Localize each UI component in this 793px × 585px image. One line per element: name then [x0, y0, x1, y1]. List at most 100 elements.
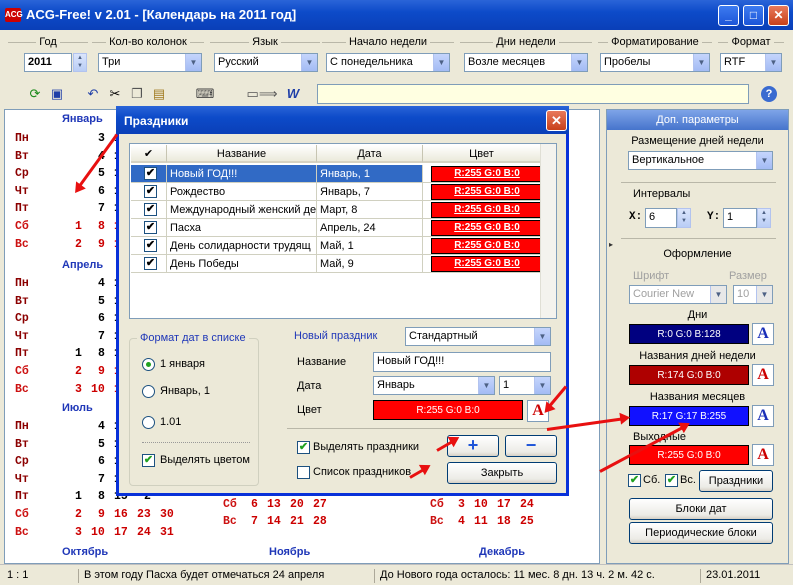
formatting-select[interactable]: Пробелы ▼ — [600, 53, 710, 72]
month-title: Октябрь — [62, 546, 109, 558]
copy-icon[interactable]: ❐ — [128, 85, 146, 103]
day-number: 24 — [137, 525, 151, 539]
chevron-down-icon: ▼ — [534, 328, 550, 345]
highlight-holidays-checkbox[interactable]: ✔ — [297, 441, 310, 454]
paste-icon[interactable]: ▤ — [150, 85, 168, 103]
row-check-cell[interactable]: ✔ — [131, 219, 167, 237]
day-number: 23 — [137, 508, 151, 521]
remove-holiday-button[interactable]: − — [505, 435, 557, 457]
size-select: 10 ▼ — [733, 285, 773, 304]
save-icon[interactable]: ▣ — [48, 85, 66, 103]
saturday-checkbox[interactable]: ✔ — [628, 474, 641, 487]
close-dialog-button[interactable]: Закрыть — [447, 462, 557, 484]
row-checkbox[interactable]: ✔ — [144, 257, 157, 270]
collapse-handle-icon[interactable]: ▸ — [609, 240, 615, 262]
row-color[interactable]: R:255 G:0 B:0 — [431, 220, 543, 236]
y-spinner[interactable]: ▲ ▼ — [757, 208, 771, 228]
format-radio-1[interactable] — [142, 358, 155, 371]
row-checkbox[interactable]: ✔ — [144, 167, 157, 180]
days-color-box[interactable]: R:0 G:0 B:128 — [629, 324, 749, 344]
row-name: Рождество — [167, 183, 317, 201]
highlight-color-checkbox[interactable]: ✔ — [142, 454, 155, 467]
weekdays-select[interactable]: Возле месяцев ▼ — [464, 53, 588, 72]
format-radio-3[interactable] — [142, 416, 155, 429]
table-row[interactable]: ✔ Новый ГОД!!! Январь, 1 R:255 G:0 B:0 — [131, 165, 543, 183]
minimize-button[interactable]: _ — [718, 5, 739, 26]
row-color[interactable]: R:255 G:0 B:0 — [431, 202, 543, 218]
table-scrollbar[interactable] — [540, 144, 556, 318]
holidays-button[interactable]: Праздники — [699, 470, 773, 492]
header-name[interactable]: Название — [167, 145, 317, 163]
year-input[interactable]: 2011 — [24, 53, 72, 72]
language-select[interactable]: Русский ▼ — [214, 53, 318, 72]
keyboard-icon[interactable]: ⌨ — [190, 85, 220, 103]
weekday-names-color-box[interactable]: R:174 G:0 B:0 — [629, 365, 749, 385]
refresh-icon[interactable]: ⟳ — [26, 85, 44, 103]
header-check[interactable]: ✔ — [131, 145, 167, 163]
weekday-names-font-button[interactable]: A — [752, 364, 774, 386]
row-color[interactable]: R:255 G:0 B:0 — [431, 238, 543, 254]
periodic-blocks-button[interactable]: Периодические блоки — [629, 522, 773, 544]
weekend-font-button[interactable]: A — [752, 444, 774, 466]
maximize-button[interactable]: □ — [743, 5, 764, 26]
day-number: 10 — [91, 525, 105, 539]
y-interval-input[interactable]: 1 — [723, 208, 757, 228]
holiday-day-select[interactable]: 1 ▼ — [499, 376, 551, 395]
format-radio-2[interactable] — [142, 385, 155, 398]
weekday-label: Чт — [15, 472, 29, 486]
table-row[interactable]: ✔ День Победы Май, 9 R:255 G:0 B:0 — [131, 255, 543, 273]
table-row[interactable]: ✔ День солидарности трудящ Май, 1 R:255 G:0… — [131, 237, 543, 255]
month-names-font-button[interactable]: A — [752, 405, 774, 427]
row-date: Апрель, 24 — [317, 219, 423, 237]
row-check-cell[interactable]: ✔ — [131, 237, 167, 255]
row-checkbox[interactable]: ✔ — [144, 239, 157, 252]
header-color[interactable]: Цвет — [423, 145, 541, 163]
status-input[interactable] — [317, 84, 749, 104]
close-button[interactable]: ✕ — [768, 5, 789, 26]
row-check-cell[interactable]: ✔ — [131, 165, 167, 183]
table-row[interactable]: ✔ Международный женский де Март, 8 R:255 G:… — [131, 201, 543, 219]
weekday-label: Ср — [15, 455, 29, 469]
table-row[interactable]: ✔ Рождество Январь, 7 R:255 G:0 B:0 — [131, 183, 543, 201]
row-color[interactable]: R:255 G:0 B:0 — [431, 256, 543, 272]
row-color[interactable]: R:255 G:0 B:0 — [431, 166, 543, 182]
date-blocks-button[interactable]: Блоки дат — [629, 498, 773, 520]
columns-select[interactable]: Три ▼ — [98, 53, 202, 72]
holiday-type-select[interactable]: Стандартный ▼ — [405, 327, 551, 346]
word-icon[interactable]: W — [284, 85, 302, 103]
days-font-button[interactable]: A — [752, 323, 774, 345]
day-number: 4 — [98, 420, 105, 433]
row-check-cell[interactable]: ✔ — [131, 201, 167, 219]
row-checkbox[interactable]: ✔ — [144, 221, 157, 234]
weekday-placement-select[interactable]: Вертикальное ▼ — [628, 151, 773, 170]
weekday-label: Пн — [15, 132, 29, 145]
header-date[interactable]: Дата — [317, 145, 423, 163]
export-icon[interactable]: ▭⟹ — [240, 85, 284, 103]
week-start-value: С понедельника — [330, 56, 413, 68]
row-checkbox[interactable]: ✔ — [144, 203, 157, 216]
app-icon: ACG — [5, 8, 23, 22]
row-check-cell[interactable]: ✔ — [131, 183, 167, 201]
table-row[interactable]: ✔ Пасха Апрель, 24 R:255 G:0 B:0 — [131, 219, 543, 237]
holiday-name-input[interactable]: Новый ГОД!!! — [373, 352, 551, 372]
dialog-close-button[interactable]: ✕ — [546, 110, 567, 131]
weekday-label: Вт — [15, 437, 29, 451]
week-start-select[interactable]: С понедельника ▼ — [326, 53, 450, 72]
undo-icon[interactable]: ↶ — [84, 85, 102, 103]
format-select[interactable]: RTF ▼ — [720, 53, 782, 72]
row-check-cell[interactable]: ✔ — [131, 255, 167, 273]
row-checkbox[interactable]: ✔ — [144, 185, 157, 198]
sunday-checkbox[interactable]: ✔ — [665, 474, 678, 487]
year-spinner[interactable]: ▲ ▼ — [73, 53, 87, 72]
cut-icon[interactable]: ✂ — [106, 85, 124, 103]
holidays-table[interactable]: ✔ Название Дата Цвет ✔ Новый ГОД!!! Январь… — [129, 143, 557, 319]
row-color[interactable]: R:255 G:0 B:0 — [431, 184, 543, 200]
holiday-color-box[interactable]: R:255 G:0 B:0 — [373, 400, 523, 420]
day-number: 8 — [98, 490, 105, 504]
help-icon[interactable]: ? — [761, 86, 777, 102]
weekdays-group: Дни недели Возле месяцев ▼ — [460, 33, 592, 73]
x-spinner[interactable]: ▲ ▼ — [677, 208, 691, 228]
holiday-month-select[interactable]: Январь ▼ — [373, 376, 495, 395]
holiday-list-checkbox[interactable] — [297, 466, 310, 479]
x-interval-input[interactable]: 6 — [645, 208, 677, 228]
